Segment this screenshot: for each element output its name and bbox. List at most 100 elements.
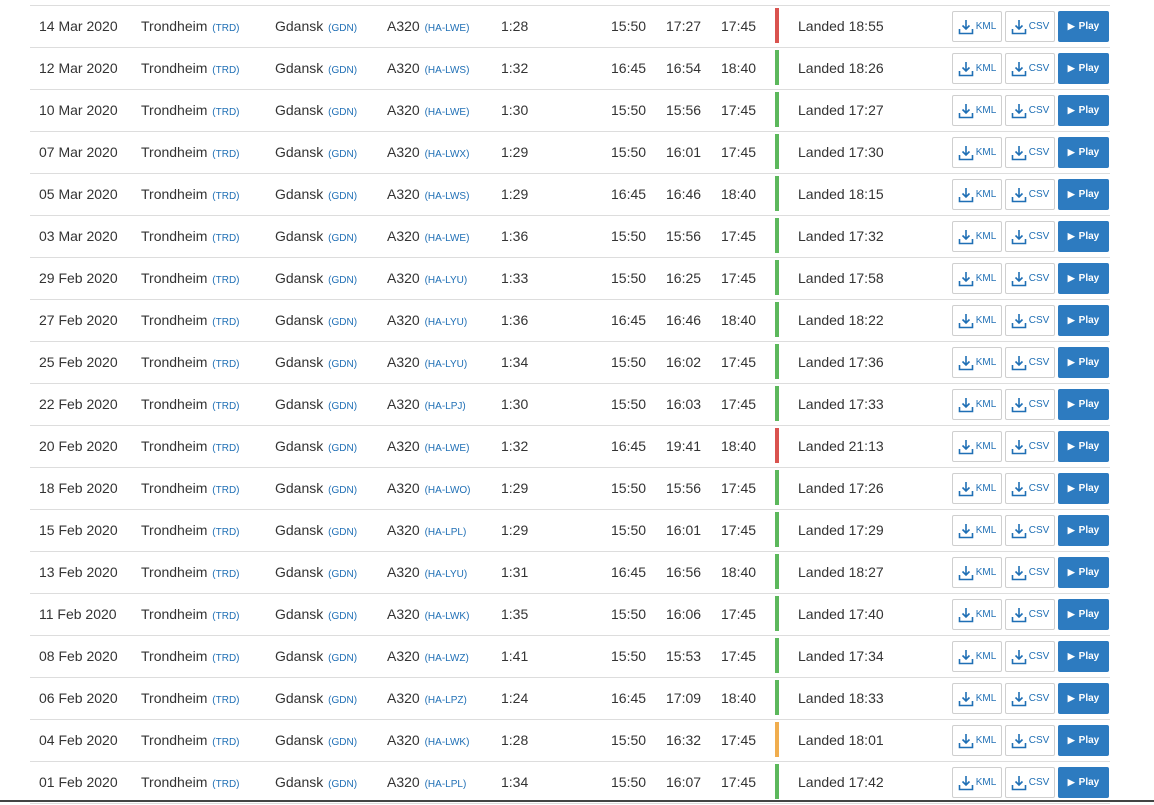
download-csv-button[interactable]: CSV — [1005, 767, 1055, 798]
download-csv-button[interactable]: CSV — [1005, 221, 1055, 252]
play-button[interactable]: ▶ Play — [1058, 53, 1109, 84]
download-kml-button[interactable]: KML — [952, 263, 1002, 294]
origin-code-link[interactable]: (TRD) — [212, 527, 239, 538]
origin-code-link[interactable]: (TRD) — [212, 611, 239, 622]
download-kml-button[interactable]: KML — [952, 641, 1002, 672]
download-csv-button[interactable]: CSV — [1005, 11, 1055, 42]
download-csv-button[interactable]: CSV — [1005, 683, 1055, 714]
download-kml-button[interactable]: KML — [952, 431, 1002, 462]
play-button[interactable]: ▶ Play — [1058, 641, 1109, 672]
origin-code-link[interactable]: (TRD) — [212, 653, 239, 664]
origin-code-link[interactable]: (TRD) — [212, 359, 239, 370]
aircraft-registration-link[interactable]: (HA-LWK) — [425, 611, 470, 622]
destination-code-link[interactable]: (GDN) — [328, 65, 357, 76]
origin-code-link[interactable]: (TRD) — [212, 401, 239, 412]
aircraft-registration-link[interactable]: (HA-LWE) — [425, 23, 470, 34]
download-kml-button[interactable]: KML — [952, 767, 1002, 798]
aircraft-registration-link[interactable]: (HA-LWE) — [425, 443, 470, 454]
destination-code-link[interactable]: (GDN) — [328, 695, 357, 706]
origin-code-link[interactable]: (TRD) — [212, 233, 239, 244]
destination-code-link[interactable]: (GDN) — [328, 779, 357, 790]
destination-code-link[interactable]: (GDN) — [328, 611, 357, 622]
aircraft-registration-link[interactable]: (HA-LWK) — [425, 737, 470, 748]
play-button[interactable]: ▶ Play — [1058, 431, 1109, 462]
destination-code-link[interactable]: (GDN) — [328, 401, 357, 412]
origin-code-link[interactable]: (TRD) — [212, 485, 239, 496]
download-csv-button[interactable]: CSV — [1005, 179, 1055, 210]
download-kml-button[interactable]: KML — [952, 389, 1002, 420]
origin-code-link[interactable]: (TRD) — [212, 443, 239, 454]
download-kml-button[interactable]: KML — [952, 221, 1002, 252]
aircraft-registration-link[interactable]: (HA-LWO) — [425, 485, 471, 496]
play-button[interactable]: ▶ Play — [1058, 389, 1109, 420]
aircraft-registration-link[interactable]: (HA-LYU) — [425, 317, 468, 328]
aircraft-registration-link[interactable]: (HA-LWX) — [425, 149, 470, 160]
download-kml-button[interactable]: KML — [952, 305, 1002, 336]
aircraft-registration-link[interactable]: (HA-LPL) — [425, 779, 467, 790]
destination-code-link[interactable]: (GDN) — [328, 107, 357, 118]
download-csv-button[interactable]: CSV — [1005, 347, 1055, 378]
play-button[interactable]: ▶ Play — [1058, 263, 1109, 294]
download-kml-button[interactable]: KML — [952, 473, 1002, 504]
aircraft-registration-link[interactable]: (HA-LWS) — [425, 65, 470, 76]
aircraft-registration-link[interactable]: (HA-LPZ) — [425, 695, 467, 706]
download-kml-button[interactable]: KML — [952, 725, 1002, 756]
destination-code-link[interactable]: (GDN) — [328, 23, 357, 34]
aircraft-registration-link[interactable]: (HA-LWE) — [425, 233, 470, 244]
play-button[interactable]: ▶ Play — [1058, 137, 1109, 168]
download-csv-button[interactable]: CSV — [1005, 389, 1055, 420]
play-button[interactable]: ▶ Play — [1058, 473, 1109, 504]
play-button[interactable]: ▶ Play — [1058, 683, 1109, 714]
destination-code-link[interactable]: (GDN) — [328, 527, 357, 538]
download-kml-button[interactable]: KML — [952, 557, 1002, 588]
origin-code-link[interactable]: (TRD) — [212, 23, 239, 34]
play-button[interactable]: ▶ Play — [1058, 95, 1109, 126]
origin-code-link[interactable]: (TRD) — [212, 317, 239, 328]
play-button[interactable]: ▶ Play — [1058, 515, 1109, 546]
aircraft-registration-link[interactable]: (HA-LWS) — [425, 191, 470, 202]
download-kml-button[interactable]: KML — [952, 137, 1002, 168]
destination-code-link[interactable]: (GDN) — [328, 737, 357, 748]
play-button[interactable]: ▶ Play — [1058, 11, 1109, 42]
destination-code-link[interactable]: (GDN) — [328, 149, 357, 160]
download-csv-button[interactable]: CSV — [1005, 725, 1055, 756]
download-csv-button[interactable]: CSV — [1005, 599, 1055, 630]
aircraft-registration-link[interactable]: (HA-LWE) — [425, 107, 470, 118]
play-button[interactable]: ▶ Play — [1058, 305, 1109, 336]
destination-code-link[interactable]: (GDN) — [328, 275, 357, 286]
play-button[interactable]: ▶ Play — [1058, 221, 1109, 252]
origin-code-link[interactable]: (TRD) — [212, 779, 239, 790]
download-kml-button[interactable]: KML — [952, 599, 1002, 630]
download-csv-button[interactable]: CSV — [1005, 137, 1055, 168]
download-csv-button[interactable]: CSV — [1005, 641, 1055, 672]
download-kml-button[interactable]: KML — [952, 179, 1002, 210]
download-csv-button[interactable]: CSV — [1005, 95, 1055, 126]
download-csv-button[interactable]: CSV — [1005, 557, 1055, 588]
origin-code-link[interactable]: (TRD) — [212, 275, 239, 286]
download-kml-button[interactable]: KML — [952, 53, 1002, 84]
destination-code-link[interactable]: (GDN) — [328, 569, 357, 580]
destination-code-link[interactable]: (GDN) — [328, 317, 357, 328]
destination-code-link[interactable]: (GDN) — [328, 233, 357, 244]
download-csv-button[interactable]: CSV — [1005, 515, 1055, 546]
origin-code-link[interactable]: (TRD) — [212, 149, 239, 160]
play-button[interactable]: ▶ Play — [1058, 557, 1109, 588]
origin-code-link[interactable]: (TRD) — [212, 737, 239, 748]
destination-code-link[interactable]: (GDN) — [328, 443, 357, 454]
download-kml-button[interactable]: KML — [952, 95, 1002, 126]
aircraft-registration-link[interactable]: (HA-LYU) — [425, 569, 468, 580]
download-csv-button[interactable]: CSV — [1005, 431, 1055, 462]
aircraft-registration-link[interactable]: (HA-LPJ) — [425, 401, 466, 412]
download-kml-button[interactable]: KML — [952, 515, 1002, 546]
origin-code-link[interactable]: (TRD) — [212, 569, 239, 580]
download-csv-button[interactable]: CSV — [1005, 305, 1055, 336]
download-csv-button[interactable]: CSV — [1005, 263, 1055, 294]
origin-code-link[interactable]: (TRD) — [212, 65, 239, 76]
destination-code-link[interactable]: (GDN) — [328, 653, 357, 664]
play-button[interactable]: ▶ Play — [1058, 599, 1109, 630]
download-kml-button[interactable]: KML — [952, 347, 1002, 378]
destination-code-link[interactable]: (GDN) — [328, 485, 357, 496]
destination-code-link[interactable]: (GDN) — [328, 191, 357, 202]
aircraft-registration-link[interactable]: (HA-LYU) — [425, 359, 468, 370]
origin-code-link[interactable]: (TRD) — [212, 107, 239, 118]
